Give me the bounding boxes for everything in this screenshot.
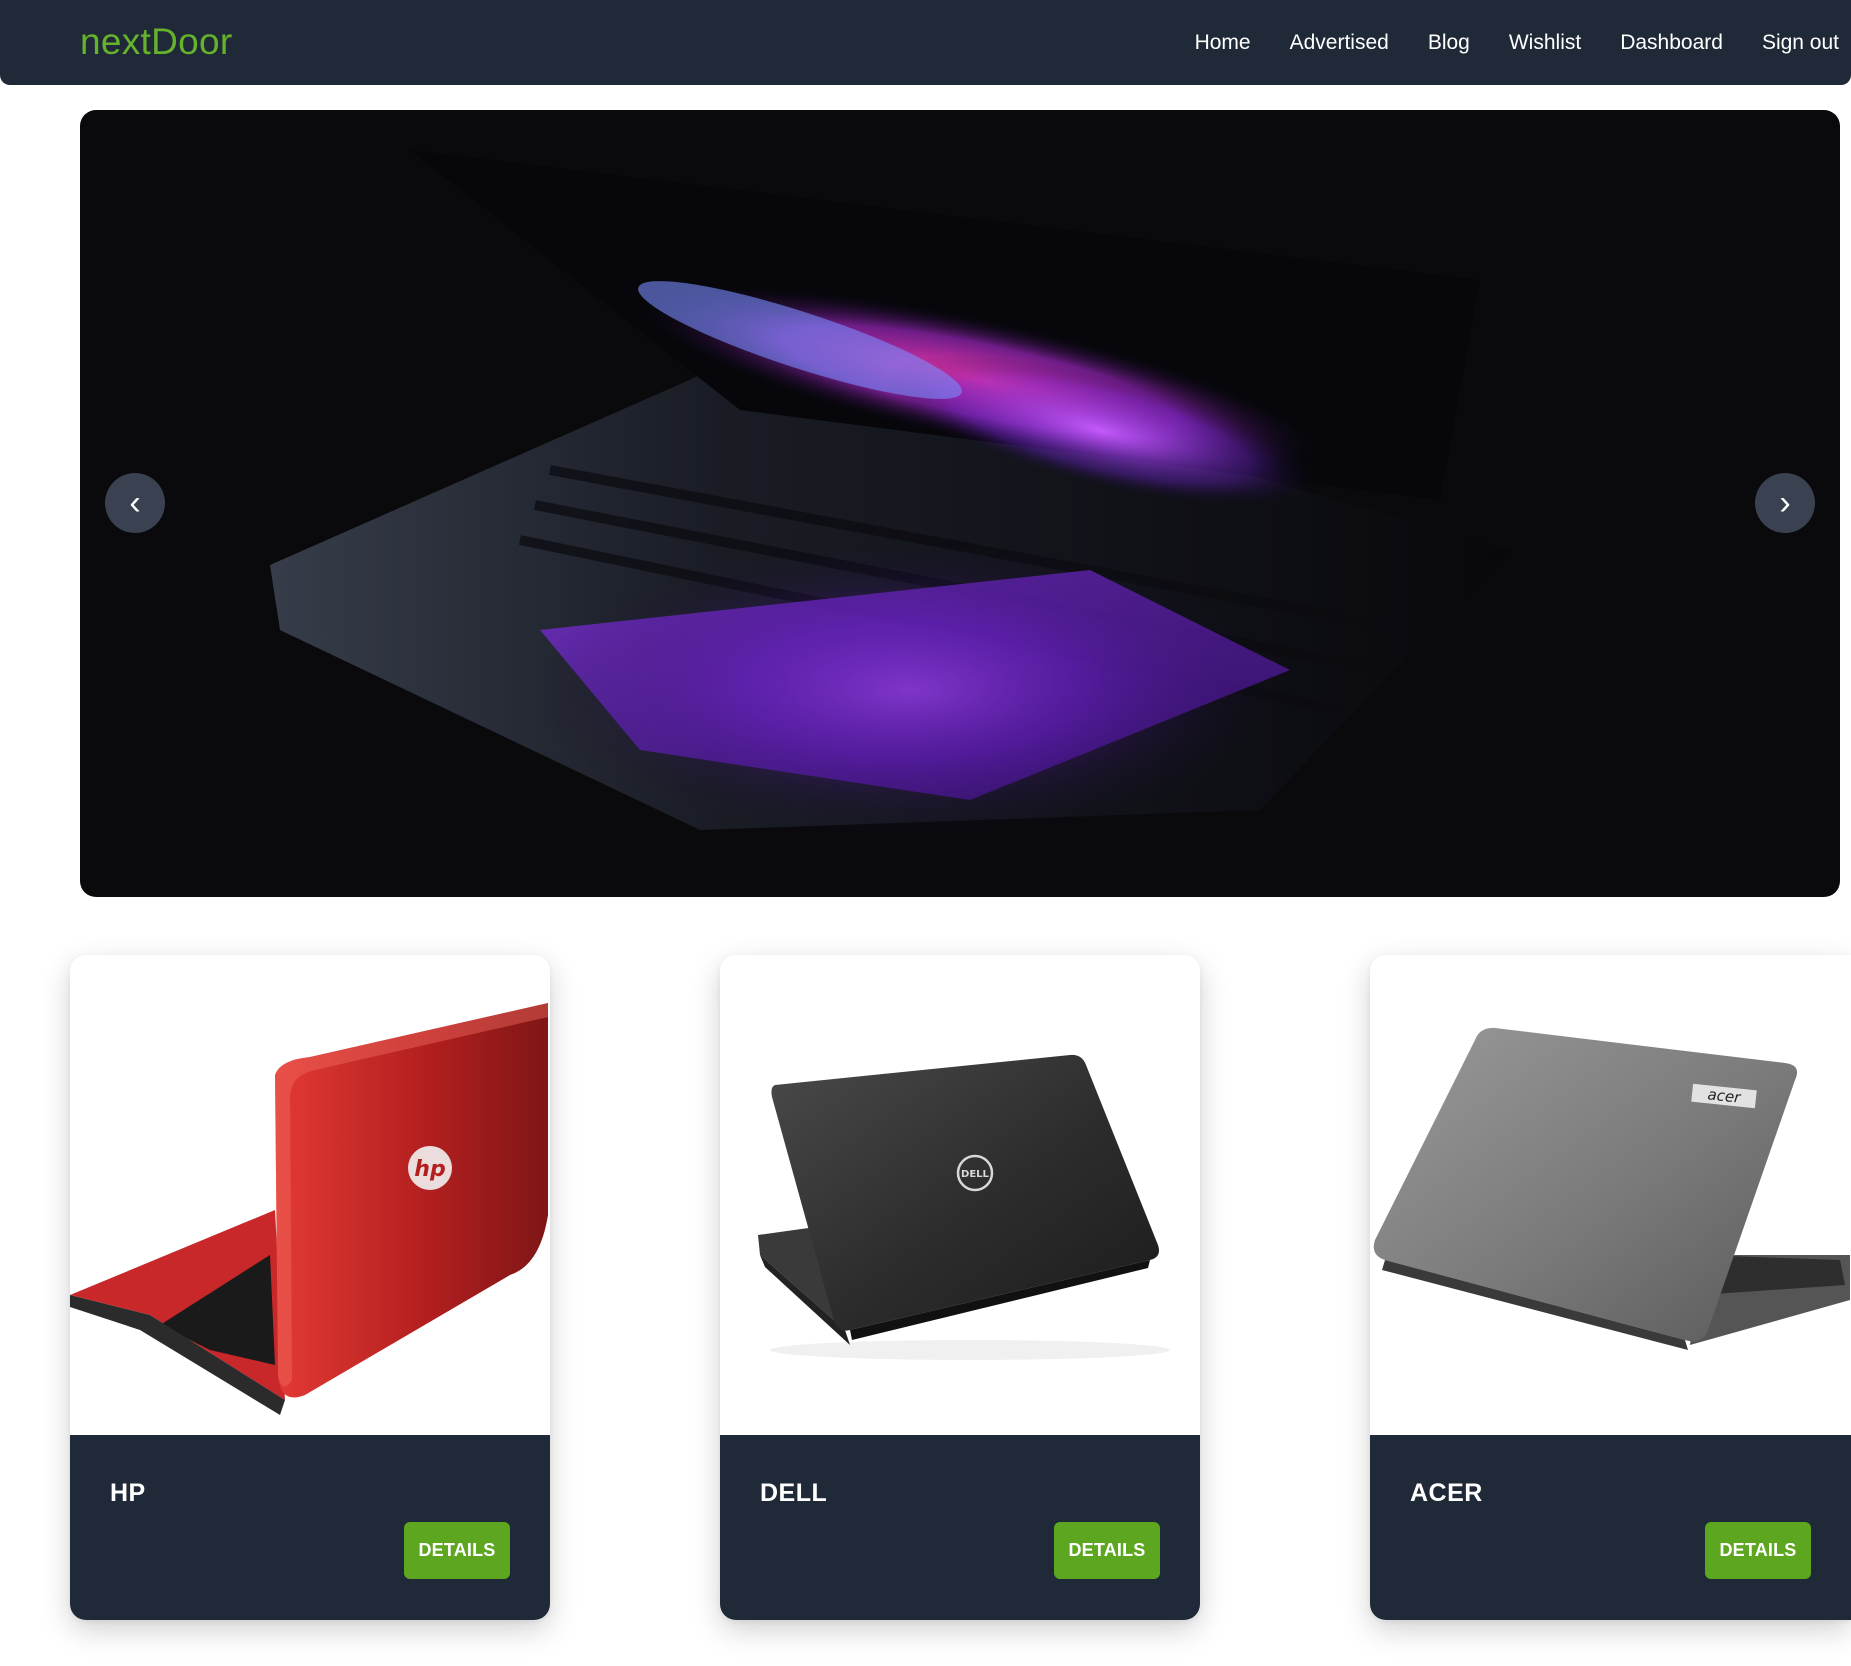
svg-text:DELL: DELL	[961, 1169, 990, 1180]
svg-text:acer: acer	[1707, 1085, 1742, 1106]
hero-laptop-image	[270, 150, 1510, 840]
nav-link-advertised[interactable]: Advertised	[1290, 26, 1389, 60]
product-title: ACER	[1410, 1479, 1483, 1507]
carousel-prev-button[interactable]: ‹	[105, 473, 165, 533]
chevron-left-icon: ‹	[129, 484, 141, 522]
carousel-next-button[interactable]: ›	[1755, 473, 1815, 533]
card-footer: ACER DETAILS	[1370, 1435, 1851, 1620]
acer-laptop-icon: acer	[1373, 1027, 1850, 1350]
dell-laptop-icon: DELL	[758, 1054, 1170, 1360]
nav-links: Home Advertised Blog Wishlist Dashboard …	[1156, 26, 1839, 60]
details-button[interactable]: DETAILS	[404, 1522, 510, 1579]
product-image-acer: acer	[1370, 955, 1851, 1435]
nav-link-blog[interactable]: Blog	[1428, 26, 1470, 60]
hp-laptop-icon: hp	[70, 1003, 548, 1415]
nav-link-dashboard[interactable]: Dashboard	[1620, 26, 1723, 60]
card-footer: DELL DETAILS	[720, 1435, 1200, 1620]
product-title: DELL	[760, 1479, 828, 1507]
top-navbar: nextDoor Home Advertised Blog Wishlist D…	[0, 0, 1851, 85]
product-image-hp: hp	[70, 955, 550, 1435]
nav-link-home[interactable]: Home	[1195, 26, 1251, 60]
chevron-right-icon: ›	[1779, 484, 1791, 522]
details-button[interactable]: DETAILS	[1705, 1522, 1811, 1579]
hero-carousel: ‹ ›	[80, 110, 1840, 897]
product-card-acer: acer ACER DETAILS	[1370, 955, 1851, 1620]
nav-link-wishlist[interactable]: Wishlist	[1509, 26, 1581, 60]
product-title: HP	[110, 1479, 146, 1507]
card-footer: HP DETAILS	[70, 1435, 550, 1620]
brand-logo[interactable]: nextDoor	[80, 20, 233, 64]
svg-text:hp: hp	[414, 1157, 445, 1182]
details-button[interactable]: DETAILS	[1054, 1522, 1160, 1579]
product-image-dell: DELL	[720, 955, 1200, 1435]
product-card-dell: DELL DELL DETAILS	[720, 955, 1200, 1620]
product-card-hp: hp HP DETAILS	[70, 955, 550, 1620]
nav-link-sign-out[interactable]: Sign out	[1762, 26, 1839, 60]
